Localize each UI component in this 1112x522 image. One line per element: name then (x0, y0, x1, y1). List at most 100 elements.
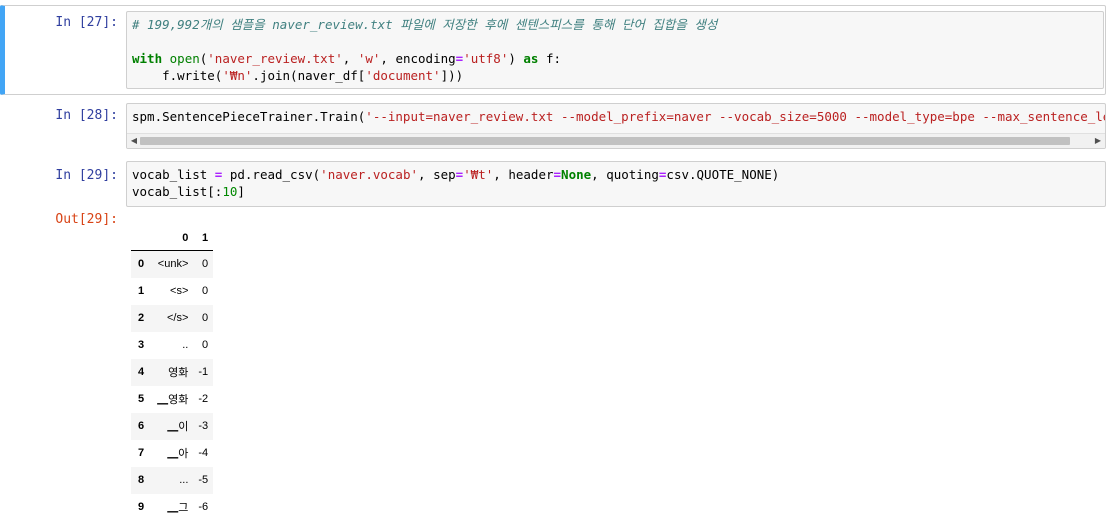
code-line: with open('naver_review.txt', 'w', encod… (132, 50, 717, 67)
table-cell: -5 (198, 474, 209, 486)
table-cell: 0 (202, 258, 209, 271)
code-token: as (523, 51, 539, 66)
code-cell-27[interactable]: In [27]: # 199,992개의 샘플을 naver_review.tx… (0, 5, 1106, 95)
table-cell: ▁아 (167, 448, 189, 460)
code-token: 'w' (357, 51, 381, 66)
code-token: 10 (222, 184, 238, 199)
code-token: , quoting (591, 167, 659, 182)
code-token: 'naver_review.txt' (207, 51, 343, 66)
scroll-left-icon[interactable]: ◀ (129, 136, 139, 146)
scrollbar-thumb[interactable] (140, 137, 1070, 145)
code-token: spm.SentencePieceTrainer.Train( (132, 109, 366, 124)
horizontal-scrollbar[interactable]: ◀ ▶ (127, 133, 1105, 148)
table-row: 6 ▁이 -3 (131, 412, 214, 440)
code-token: None (561, 167, 592, 182)
code-token: , header (493, 167, 554, 182)
code-line: f.write('₩n'.join(naver_df['document'])) (132, 67, 717, 84)
code-token: 'naver.vocab' (320, 167, 419, 182)
code-token: , encoding (380, 51, 456, 66)
table-cell: -6 (198, 501, 209, 513)
row-index: 2 (138, 312, 145, 324)
table-row: 4 영화 -1 (131, 358, 214, 386)
code-token: ])) (440, 68, 464, 83)
row-index: 7 (138, 447, 145, 459)
table-row: 3.. 0 (131, 332, 213, 359)
input-prompt: In [27]: (55, 15, 118, 30)
input-prompt: In [28]: (55, 108, 118, 123)
code-cell-29[interactable]: In [29]: vocab_list = pd.read_csv('naver… (0, 159, 1106, 209)
code-token: # 199,992개의 샘플을 naver_review.txt 파일에 저장한… (132, 17, 718, 32)
table-cell: </s> (166, 312, 189, 324)
code-token: open (169, 51, 200, 66)
code-token: , sep (418, 167, 456, 182)
input-prompt: In [29]: (55, 168, 118, 183)
dataframe-output: 0 1 0 <unk> 0 1 <s> 0 2 </s> 0 3.. 0 4 영화 -1 5 ▁영화 -2 6 ▁이… (131, 226, 214, 521)
table-cell: ▁그 (167, 502, 189, 514)
scroll-right-icon[interactable]: ▶ (1093, 136, 1103, 146)
table-cell: ... (179, 474, 189, 486)
code-token: csv.QUOTE_NONE) (666, 167, 780, 182)
code-token: ) (508, 51, 524, 66)
column-header: 1 (193, 226, 214, 251)
code-editor[interactable]: # 199,992개의 샘플을 naver_review.txt 파일에 저장한… (132, 16, 717, 84)
table-cell: 0 (202, 312, 209, 324)
code-line: vocab_list = pd.read_csv('naver.vocab', … (132, 166, 779, 183)
row-index: 5 (138, 393, 145, 405)
code-line: # 199,992개의 샘플을 naver_review.txt 파일에 저장한… (132, 16, 717, 33)
table-cell: 영화 (168, 367, 189, 379)
code-token: vocab_list[: (132, 184, 223, 199)
table-row: 1 <s> 0 (131, 278, 213, 305)
table-cell: .. (182, 339, 189, 351)
table-cell: 0 (202, 285, 209, 297)
column-header: 0 (152, 226, 194, 251)
code-token: .join(naver_df[ (252, 68, 366, 83)
table-cell: ▁영화 (157, 394, 189, 406)
row-index: 3 (138, 339, 145, 351)
code-token: pd.read_csv( (222, 167, 321, 182)
code-token: , (342, 51, 358, 66)
row-index: 6 (138, 420, 145, 432)
code-token: 'utf8' (463, 51, 509, 66)
table-row: 7 ▁아 -4 (131, 440, 213, 467)
code-token: with (132, 51, 163, 66)
code-input-area[interactable]: # 199,992개의 샘플을 naver_review.txt 파일에 저장한… (126, 11, 1104, 89)
row-index: 0 (138, 258, 145, 271)
row-index: 8 (138, 474, 145, 486)
code-token: f: (538, 51, 562, 66)
row-index: 9 (138, 501, 145, 513)
code-line: spm.SentencePieceTrainer.Train('--input=… (132, 108, 1106, 125)
row-index: 1 (138, 285, 145, 297)
code-token: = (553, 167, 562, 182)
table-cell: -4 (198, 447, 209, 459)
table-row: 0 <unk> 0 (131, 250, 214, 278)
code-editor[interactable]: spm.SentencePieceTrainer.Train('--input=… (132, 108, 1106, 125)
code-token: '₩n' (222, 68, 253, 83)
table-row: 5 ▁영화 -2 (131, 386, 213, 413)
code-cell-28[interactable]: In [28]: spm.SentencePieceTrainer.Train(… (0, 101, 1106, 153)
row-index: 4 (138, 366, 145, 378)
code-input-area[interactable]: vocab_list = pd.read_csv('naver.vocab', … (126, 161, 1106, 207)
table-cell: ▁이 (167, 421, 189, 433)
code-input-area[interactable]: spm.SentencePieceTrainer.Train('--input=… (126, 103, 1106, 149)
code-token: '--input=naver_review.txt --model_prefix… (365, 109, 1106, 124)
table-cell: 0 (202, 339, 209, 351)
output-prompt: Out[29]: (55, 212, 118, 227)
table-cell: -3 (198, 420, 209, 432)
code-token: f.write( (132, 68, 223, 83)
code-token: vocab_list (132, 167, 215, 182)
code-token: '₩t' (463, 167, 494, 182)
index-header (131, 226, 153, 251)
table-row: 9 ▁그 -6 (131, 494, 213, 521)
table-row: 8... -5 (131, 466, 214, 494)
code-line: vocab_list[:10] (132, 183, 779, 200)
table-cell: -1 (198, 366, 209, 378)
table-header-row: 0 1 (131, 226, 214, 251)
table-cell: -2 (198, 393, 209, 405)
table-cell: <s> (170, 285, 189, 297)
code-editor[interactable]: vocab_list = pd.read_csv('naver.vocab', … (132, 166, 779, 200)
table-cell: <unk> (157, 258, 189, 271)
code-token: 'document' (365, 68, 441, 83)
table-row: 2 </s> 0 (131, 304, 214, 332)
